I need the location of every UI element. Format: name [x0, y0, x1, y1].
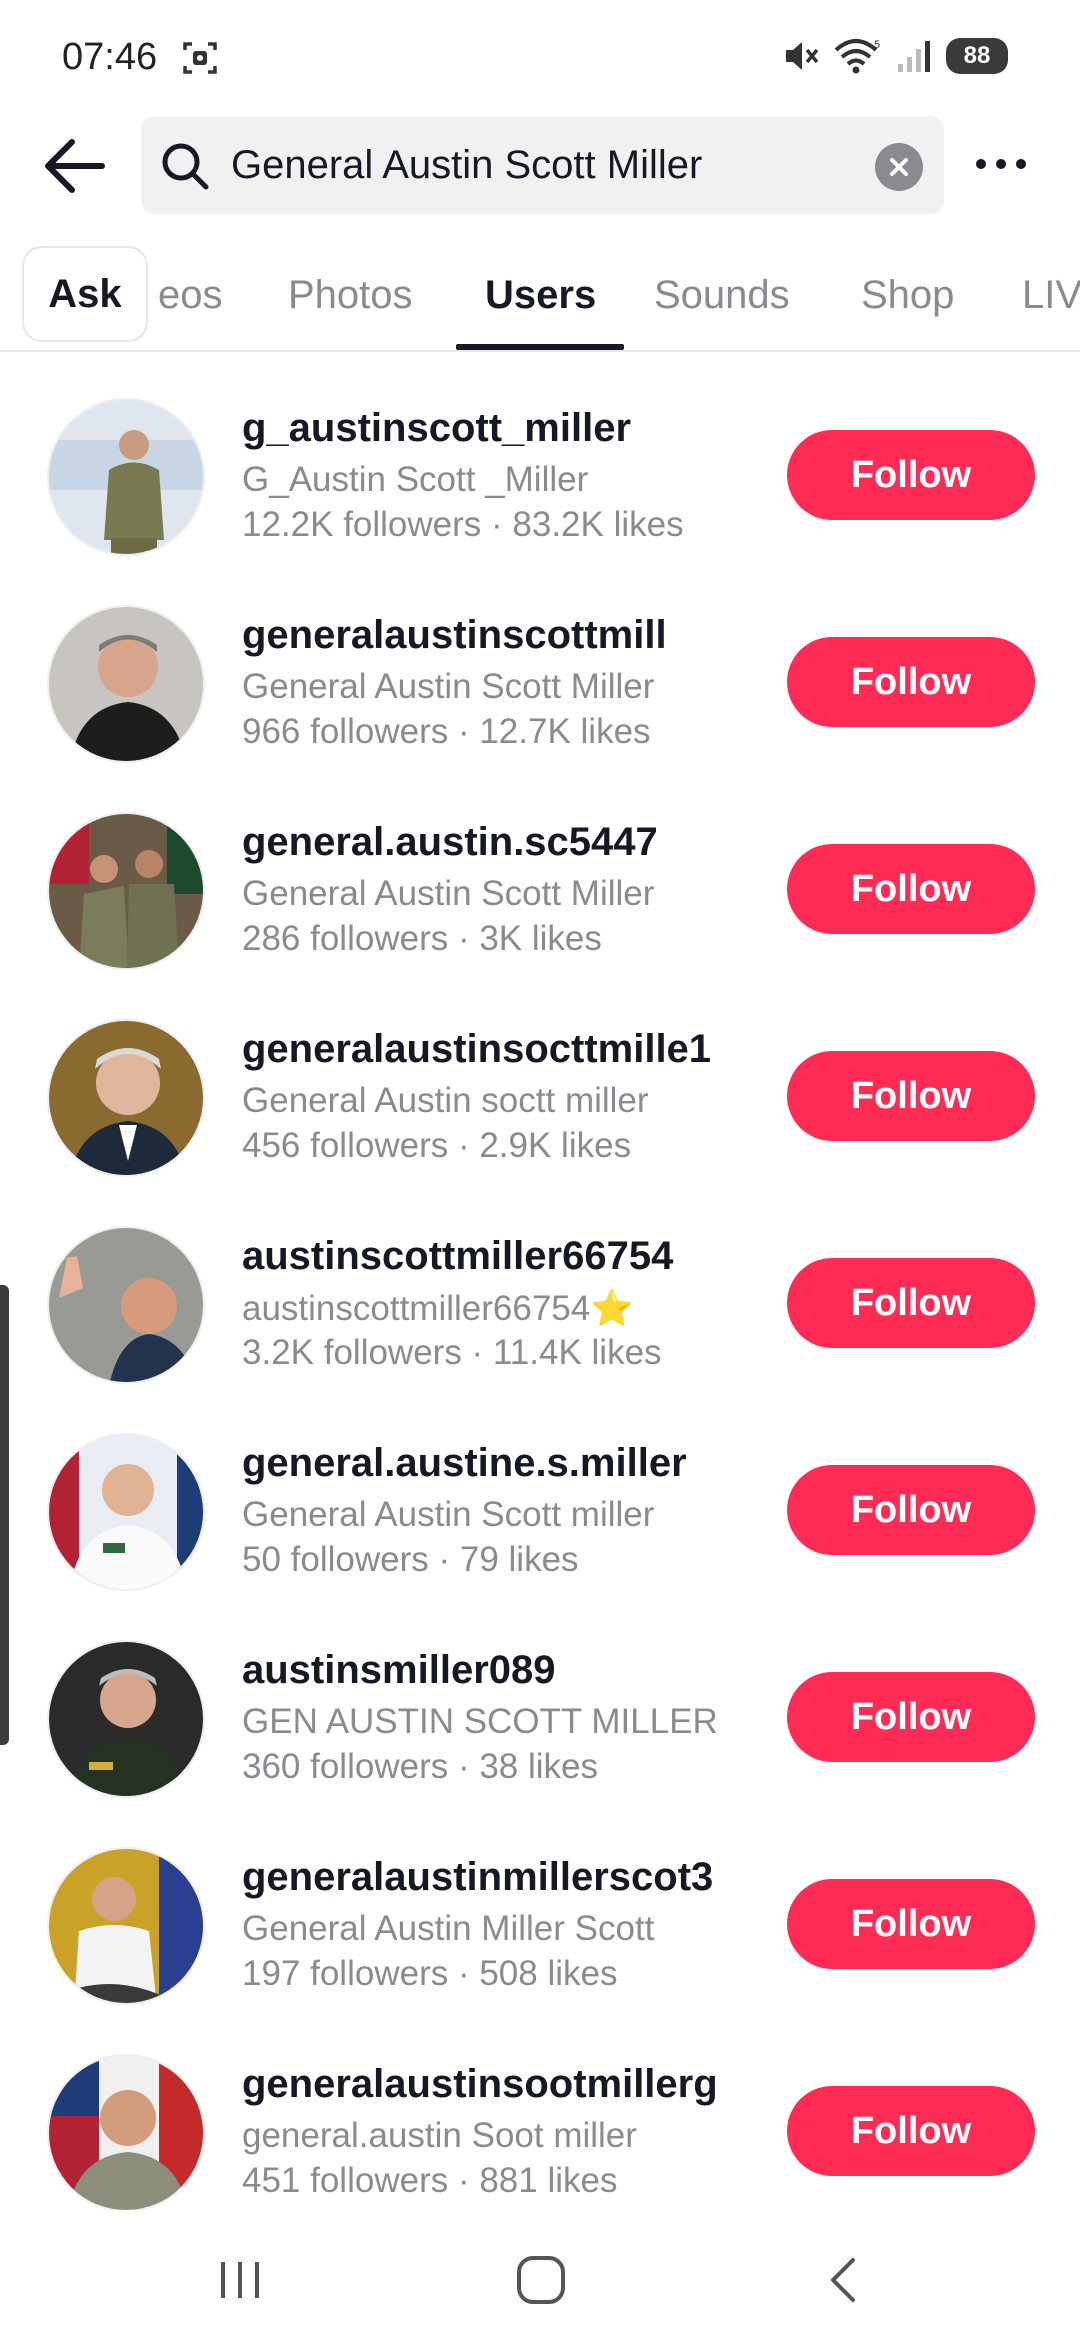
follow-button[interactable]: Follow	[787, 1465, 1035, 1555]
nickname: General Austin Miller Scott	[242, 1909, 655, 1948]
back-chevron-icon	[831, 2258, 855, 2302]
user-result-row[interactable]: generalaustinmillerscot3 General Austin …	[0, 1819, 1080, 2026]
follow-button[interactable]: Follow	[787, 2086, 1035, 2176]
user-result-row[interactable]: austinscottmiller66754 austinscottmiller…	[0, 1198, 1080, 1405]
more-dot-icon	[1016, 159, 1026, 169]
nickname: G_Austin Scott _Miller	[242, 460, 589, 499]
tab-sounds[interactable]: Sounds	[654, 240, 790, 350]
recent-apps-icon	[221, 2262, 259, 2298]
avatar[interactable]	[47, 812, 205, 970]
search-tabs: eos Photos Users Sounds Shop LIV Ask	[0, 240, 1080, 352]
user-stats: 50 followers · 79 likes	[242, 1540, 579, 1579]
tab-photos[interactable]: Photos	[288, 240, 413, 350]
wifi-icon: 5	[834, 39, 880, 74]
username[interactable]: generalaustinsocttmille1	[242, 1027, 711, 1072]
username[interactable]: austinscottmiller66754	[242, 1234, 673, 1279]
follow-button[interactable]: Follow	[787, 1051, 1035, 1141]
svg-text:5: 5	[874, 39, 880, 51]
follow-button[interactable]: Follow	[787, 637, 1035, 727]
avatar[interactable]	[47, 1019, 205, 1177]
edge-panel-handle[interactable]	[0, 1285, 9, 1745]
tab-videos[interactable]: eos	[158, 240, 223, 350]
avatar[interactable]	[47, 1847, 205, 2005]
username[interactable]: general.austine.s.miller	[242, 1441, 687, 1486]
user-result-row[interactable]: generalaustinsocttmille1 General Austin …	[0, 991, 1080, 1198]
nickname: austinscottmiller66754⭐	[242, 1289, 634, 1328]
screen-record-icon	[183, 42, 217, 74]
user-stats: 360 followers · 38 likes	[242, 1747, 598, 1786]
nickname: GEN AUSTIN SCOTT MILLER	[242, 1702, 718, 1741]
home-icon	[517, 2256, 565, 2304]
user-result-row[interactable]: general.austin.sc5447 General Austin Sco…	[0, 784, 1080, 991]
user-stats: 966 followers · 12.7K likes	[242, 712, 651, 751]
username[interactable]: general.austin.sc5447	[242, 820, 658, 865]
more-options-button[interactable]	[966, 142, 1036, 186]
battery-indicator: 88	[946, 38, 1008, 74]
mute-icon	[786, 42, 819, 70]
user-stats: 3.2K followers · 11.4K likes	[242, 1333, 662, 1372]
search-input[interactable]	[231, 116, 851, 214]
avatar[interactable]	[47, 1226, 205, 1384]
search-bar[interactable]	[141, 116, 944, 214]
avatar[interactable]	[47, 2054, 205, 2212]
nickname: General Austin Scott Miller	[242, 874, 655, 913]
user-stats: 286 followers · 3K likes	[242, 919, 602, 958]
close-icon	[890, 158, 908, 176]
user-stats: 197 followers · 508 likes	[242, 1954, 618, 1993]
clear-search-button[interactable]	[875, 143, 923, 191]
more-dot-icon	[996, 159, 1006, 169]
status-icons: 5 88	[782, 38, 1008, 74]
username[interactable]: generalaustinscottmill	[242, 613, 667, 658]
back-arrow-icon[interactable]	[40, 134, 110, 198]
avatar[interactable]	[47, 605, 205, 763]
status-bar: 07:46 5 88	[0, 0, 1080, 118]
username[interactable]: generalaustinmillerscot3	[242, 1855, 713, 1900]
follow-button[interactable]: Follow	[787, 430, 1035, 520]
signal-icon	[898, 41, 930, 72]
nickname: General Austin Scott miller	[242, 1495, 655, 1534]
nickname: General Austin soctt miller	[242, 1081, 649, 1120]
follow-button[interactable]: Follow	[787, 1258, 1035, 1348]
avatar[interactable]	[47, 398, 205, 556]
user-results-list: g_austinscott_miller G_Austin Scott _Mil…	[0, 370, 1080, 2233]
nickname: general.austin Soot miller	[242, 2116, 637, 2155]
system-back-button[interactable]	[808, 2250, 878, 2310]
user-result-row[interactable]: general.austine.s.miller General Austin …	[0, 1405, 1080, 1612]
status-time: 07:46	[62, 36, 158, 78]
user-stats: 451 followers · 881 likes	[242, 2161, 618, 2200]
search-header	[0, 112, 1080, 218]
user-result-row[interactable]: generalaustinscottmill General Austin Sc…	[0, 577, 1080, 784]
follow-button[interactable]: Follow	[787, 844, 1035, 934]
user-stats: 12.2K followers · 83.2K likes	[242, 505, 684, 544]
system-navigation-bar	[0, 2210, 1080, 2340]
username[interactable]: generalaustinsootmillerg	[242, 2062, 718, 2107]
user-result-row[interactable]: austinsmiller089 GEN AUSTIN SCOTT MILLER…	[0, 1612, 1080, 1819]
user-stats: 456 followers · 2.9K likes	[242, 1126, 632, 1165]
home-button[interactable]	[506, 2250, 576, 2310]
username[interactable]: austinsmiller089	[242, 1648, 556, 1693]
tab-shop[interactable]: Shop	[861, 240, 954, 350]
tab-live[interactable]: LIV	[1022, 240, 1080, 350]
tab-users[interactable]: Users	[485, 240, 596, 350]
tab-ask[interactable]: Ask	[22, 246, 148, 342]
nickname: General Austin Scott Miller	[242, 667, 655, 706]
follow-button[interactable]: Follow	[787, 1672, 1035, 1762]
avatar[interactable]	[47, 1640, 205, 1798]
active-tab-indicator	[456, 344, 624, 350]
more-dot-icon	[976, 159, 986, 169]
avatar[interactable]	[47, 1433, 205, 1591]
username[interactable]: g_austinscott_miller	[242, 406, 631, 451]
user-result-row[interactable]: g_austinscott_miller G_Austin Scott _Mil…	[0, 370, 1080, 577]
recent-apps-button[interactable]	[205, 2250, 275, 2310]
user-result-row[interactable]: generalaustinsootmillerg general.austin …	[0, 2026, 1080, 2233]
search-icon	[162, 143, 209, 190]
follow-button[interactable]: Follow	[787, 1879, 1035, 1969]
